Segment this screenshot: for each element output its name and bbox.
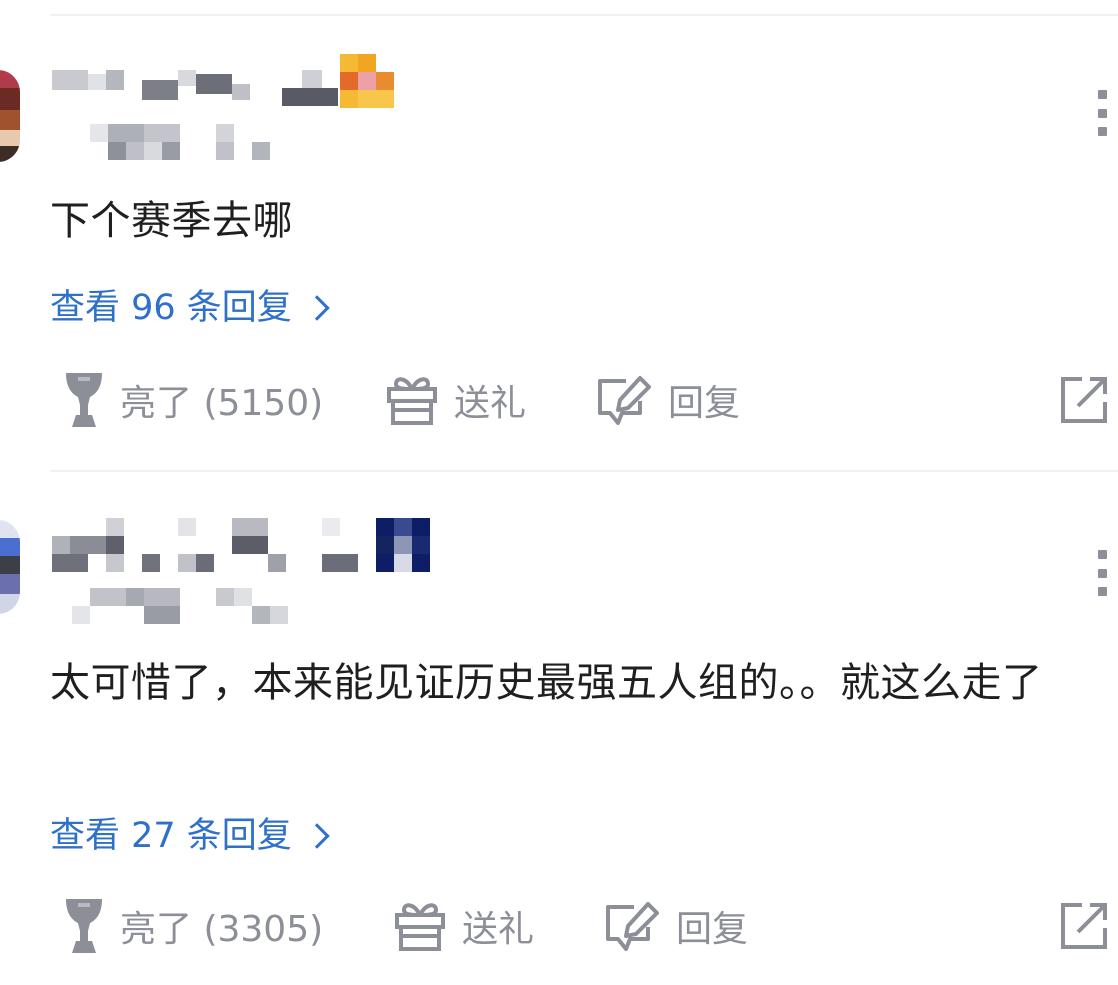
like-button[interactable]: 亮了 (5150) [64, 370, 323, 430]
user-meta-blurred [90, 124, 290, 164]
gift-label: 送礼 [454, 383, 527, 424]
like-button[interactable]: 亮了 (3305) [64, 896, 323, 956]
share-icon [1061, 377, 1107, 423]
reply-label: 回复 [668, 383, 741, 424]
user-badge-blurred [340, 54, 396, 110]
reply-button[interactable]: 回复 [596, 370, 740, 430]
trophy-icon [66, 899, 102, 953]
user-avatar[interactable] [0, 520, 20, 614]
edit-reply-icon [606, 902, 659, 951]
share-icon [1061, 903, 1107, 949]
like-count-label: 亮了 (3305) [120, 909, 324, 950]
reply-label: 回复 [676, 909, 749, 950]
chevron-right-icon [304, 295, 330, 321]
username-blurred[interactable] [52, 518, 432, 574]
comment-item: 太可惜了，本来能见证历史最强五人组的。。就这么走了 查看 27 条回复 亮了 (… [0, 472, 1118, 985]
comment-text: 太可惜了，本来能见证历史最强五人组的。。就这么走了 [50, 660, 1043, 706]
gift-button[interactable]: 送礼 [394, 896, 534, 956]
view-replies-label: 查看 96 条回复 [50, 288, 292, 328]
view-replies-link[interactable]: 查看 96 条回复 [50, 286, 330, 330]
gift-icon [395, 903, 445, 951]
view-replies-label: 查看 27 条回复 [50, 816, 292, 856]
comment-text: 下个赛季去哪 [50, 198, 293, 244]
chevron-right-icon [304, 823, 330, 849]
user-avatar[interactable] [0, 70, 20, 162]
share-button[interactable] [1060, 902, 1108, 954]
user-meta-blurred [72, 588, 292, 628]
more-vertical-icon[interactable] [1096, 550, 1108, 596]
gift-button[interactable]: 送礼 [386, 370, 526, 430]
edit-reply-icon [598, 376, 651, 425]
reply-button[interactable]: 回复 [604, 896, 748, 956]
like-count-label: 亮了 (5150) [120, 383, 324, 424]
gift-label: 送礼 [462, 909, 535, 950]
view-replies-link[interactable]: 查看 27 条回复 [50, 814, 330, 858]
more-vertical-icon[interactable] [1096, 90, 1108, 136]
gift-icon [387, 377, 437, 425]
comment-actions: 亮了 (3305) 送礼 回复 [50, 896, 1118, 956]
comment-actions: 亮了 (5150) 送礼 回复 [50, 370, 1118, 430]
trophy-icon [66, 373, 102, 427]
comment-item: 下个赛季去哪 查看 96 条回复 亮了 (5150) 送礼 回复 [0, 0, 1118, 470]
share-button[interactable] [1060, 376, 1108, 428]
